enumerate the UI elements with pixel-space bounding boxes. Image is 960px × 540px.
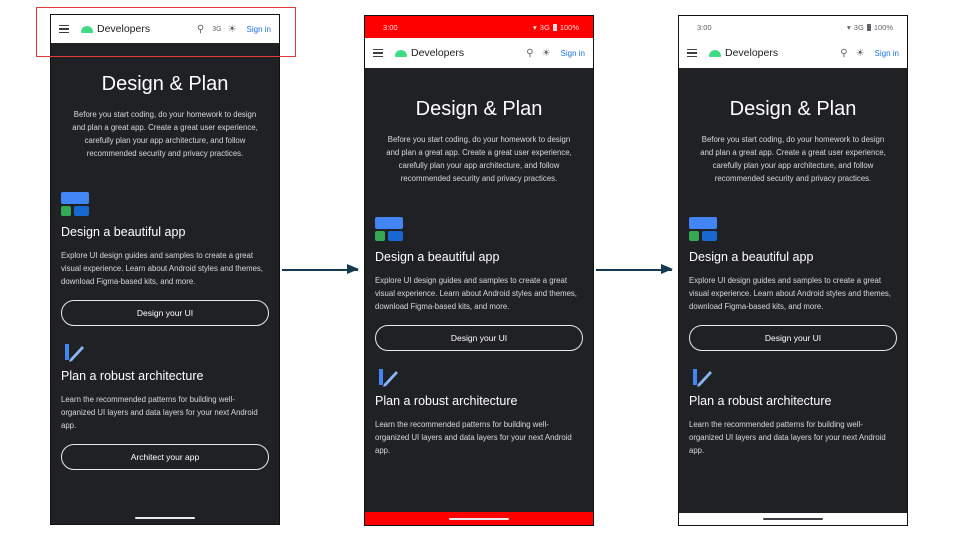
gesture-navigation-bar[interactable] (679, 513, 907, 525)
section-description-design: Explore UI design guides and samples to … (375, 276, 577, 311)
design-grid-icon (689, 217, 717, 241)
status-time: 3:00 (383, 22, 398, 32)
battery-icon (552, 23, 557, 31)
section-title-architecture: Plan a robust architecture (689, 394, 832, 408)
sign-in-link[interactable]: Sign in (875, 49, 899, 58)
page-title: Design & Plan (101, 73, 229, 95)
section-title-architecture: Plan a robust architecture (375, 394, 518, 408)
architect-your-app-button[interactable]: Architect your app (61, 444, 269, 470)
design-your-ui-button[interactable]: Design your UI (61, 300, 269, 326)
phone-screenshot-1: Developers ⚲ 3G ☀ Sign in Design & Plan … (50, 14, 280, 525)
design-your-ui-button[interactable]: Design your UI (375, 325, 583, 351)
transition-arrow-2 (596, 264, 673, 274)
page-title: Design & Plan (415, 98, 543, 120)
section-title-design: Design a beautiful app (689, 250, 814, 264)
gesture-navigation-bar[interactable] (365, 512, 593, 525)
menu-icon[interactable] (373, 49, 383, 57)
brightness-icon[interactable]: ☀ (856, 48, 865, 59)
design-grid-icon (61, 192, 89, 216)
status-time: 3:00 (697, 22, 712, 32)
section-title-design: Design a beautiful app (61, 225, 186, 239)
search-icon[interactable]: ⚲ (526, 48, 533, 59)
section-description-design: Explore UI design guides and samples to … (61, 251, 263, 286)
status-network: 3G (539, 22, 550, 32)
section-description-design: Explore UI design guides and samples to … (689, 276, 891, 311)
phone-screenshot-3: 3:00 ▾ 3G 100% Developers ⚲ ☀ Sign in De… (678, 15, 908, 526)
page-content: Design & Plan Before you start coding, d… (365, 98, 593, 457)
top-app-bar: Developers ⚲ ☀ Sign in (365, 38, 593, 68)
menu-icon[interactable] (687, 49, 697, 57)
status-bar: 3:00 ▾ 3G 100% (365, 16, 593, 38)
pencil-ruler-icon (377, 365, 399, 387)
page-description: Before you start coding, do your homewor… (700, 135, 886, 183)
section-title-design: Design a beautiful app (375, 250, 500, 264)
phone-screenshot-2: 3:00 ▾ 3G 100% Developers ⚲ ☀ Sign in De… (364, 15, 594, 526)
brand-logo[interactable]: Developers (395, 47, 464, 59)
section-title-architecture: Plan a robust architecture (61, 369, 204, 383)
status-network: 3G (853, 22, 864, 32)
pencil-ruler-icon (63, 340, 85, 362)
top-app-bar: Developers ⚲ ☀ Sign in (679, 38, 907, 68)
page-content: Design & Plan Before you start coding, d… (51, 73, 279, 470)
page-description: Before you start coding, do your homewor… (72, 110, 258, 158)
status-battery: 100% (559, 22, 579, 32)
section-description-architecture: Learn the recommended patterns for build… (689, 420, 886, 455)
battery-icon (866, 23, 871, 31)
brand-name: Developers (725, 47, 779, 59)
status-bar: 3:00 ▾ 3G 100% (679, 16, 907, 38)
sign-in-link[interactable]: Sign in (561, 49, 585, 58)
pencil-ruler-icon (691, 365, 713, 387)
section-description-architecture: Learn the recommended patterns for build… (375, 420, 572, 455)
android-logo-icon (709, 49, 721, 57)
design-grid-icon (375, 217, 403, 241)
section-description-architecture: Learn the recommended patterns for build… (61, 395, 258, 430)
gesture-navigation-bar[interactable] (51, 512, 279, 524)
brightness-icon[interactable]: ☀ (542, 48, 551, 59)
page-description: Before you start coding, do your homewor… (386, 135, 572, 183)
signal-icon: ▾ (847, 22, 851, 32)
design-your-ui-button[interactable]: Design your UI (689, 325, 897, 351)
android-logo-icon (395, 49, 407, 57)
signal-icon: ▾ (533, 22, 537, 32)
brand-name: Developers (411, 47, 465, 59)
page-title: Design & Plan (729, 98, 857, 120)
status-battery: 100% (873, 22, 893, 32)
transition-arrow-1 (282, 264, 359, 274)
page-content: Design & Plan Before you start coding, d… (679, 98, 907, 457)
highlight-box (36, 7, 296, 57)
brand-logo[interactable]: Developers (709, 47, 778, 59)
search-icon[interactable]: ⚲ (840, 48, 847, 59)
